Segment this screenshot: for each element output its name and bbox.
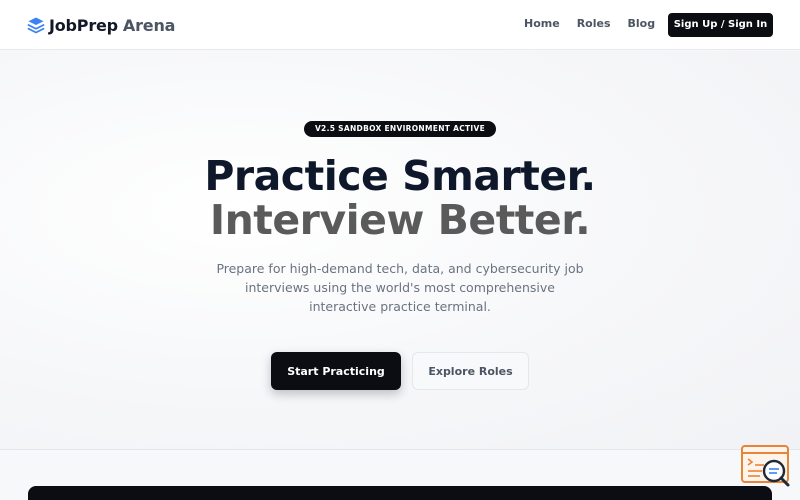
- start-practicing-button[interactable]: Start Practicing: [271, 352, 401, 390]
- signup-signin-button[interactable]: Sign Up / Sign In: [668, 13, 773, 37]
- brand-name: JobPrep: [49, 15, 118, 35]
- explore-roles-button[interactable]: Explore Roles: [412, 352, 529, 390]
- hero-headline-secondary: Interview Better.: [209, 196, 591, 244]
- brand-name-suffix: Arena: [122, 15, 176, 35]
- nav-link-roles[interactable]: Roles: [577, 17, 611, 30]
- nav-links: Home Roles Blog: [524, 17, 655, 30]
- terminal-search-icon[interactable]: [740, 444, 792, 488]
- hero-headline-primary: Practice Smarter.: [204, 152, 596, 200]
- terminal-preview-panel: [28, 486, 772, 500]
- hero-section: V2.5 SANDBOX ENVIRONMENT ACTIVE Practice…: [0, 51, 800, 450]
- status-badge: V2.5 SANDBOX ENVIRONMENT ACTIVE: [304, 121, 496, 137]
- brand[interactable]: JobPrep Arena: [27, 14, 175, 36]
- navbar: JobPrep Arena Home Roles Blog Sign Up / …: [0, 0, 800, 50]
- nav-link-home[interactable]: Home: [524, 17, 560, 30]
- stacked-layers-icon: [27, 17, 45, 34]
- nav-link-blog[interactable]: Blog: [628, 17, 656, 30]
- hero-subtitle: Prepare for high-demand tech, data, and …: [216, 261, 584, 314]
